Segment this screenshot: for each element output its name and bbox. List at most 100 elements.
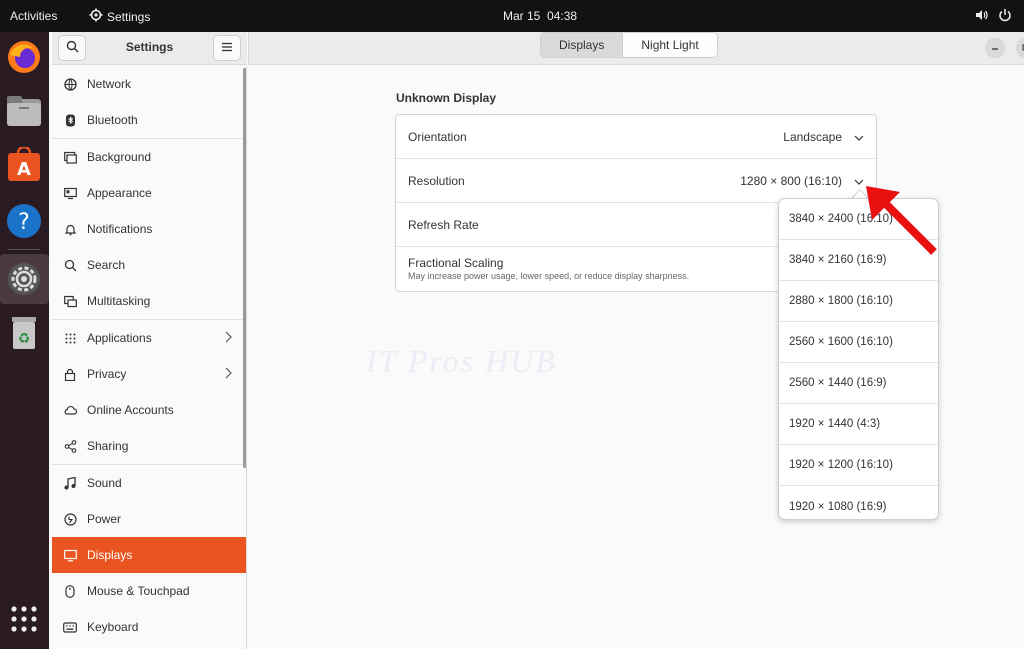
sidebar-item-keyboard[interactable]: Keyboard [52, 609, 246, 645]
tab-night-light[interactable]: Night Light [623, 32, 718, 58]
power-icon [63, 512, 77, 526]
chevron-down-icon [854, 131, 864, 145]
time-label: 04:38 [547, 9, 578, 23]
watermark-text: IT Pros HUB [366, 343, 557, 379]
sidebar-item-label: Network [87, 77, 132, 91]
sidebar-item-sharing[interactable]: Sharing [52, 428, 246, 464]
dock: A ? ♻ [0, 32, 49, 649]
trash-icon[interactable]: ♻ [5, 314, 43, 352]
gear-icon [89, 8, 103, 25]
sidebar-item-label: Online Accounts [87, 403, 174, 417]
sidebar-item-label: Mouse & Touchpad [87, 584, 190, 598]
svg-text:♻: ♻ [18, 331, 31, 347]
display-icon [63, 548, 77, 562]
sidebar-item-privacy[interactable]: Privacy [52, 356, 246, 392]
refresh-rate-label: Refresh Rate [408, 218, 479, 232]
bluetooth-icon [63, 113, 77, 127]
resolution-option[interactable]: 1920 × 1080 (16:9) [779, 486, 938, 519]
sidebar-scrollbar[interactable] [243, 68, 246, 468]
sidebar-item-online-accounts[interactable]: Online Accounts [52, 392, 246, 428]
view-switcher: Displays Night Light [540, 32, 718, 58]
sidebar-item-applications[interactable]: Applications [52, 320, 246, 356]
sidebar-item-displays[interactable]: Displays [52, 537, 246, 573]
maximize-button[interactable] [1016, 38, 1024, 58]
software-center-icon[interactable]: A [5, 146, 43, 184]
sidebar-item-appearance[interactable]: Appearance [52, 175, 246, 211]
top-bar: Activities Settings Mar 15 04:38 [0, 0, 1024, 32]
grid-icon [63, 331, 77, 345]
sidebar-item-multitasking[interactable]: Multitasking [52, 283, 246, 319]
sidebar-item-label: Multitasking [87, 294, 151, 308]
app-menu[interactable]: Settings [89, 8, 150, 25]
background-icon [63, 150, 77, 164]
bell-icon [63, 222, 77, 236]
date-label: Mar 15 [503, 9, 541, 23]
chevron-right-icon [225, 367, 232, 382]
sidebar-item-label: Sharing [87, 439, 129, 453]
hamburger-icon [221, 41, 233, 55]
annotation-arrow-icon [860, 180, 940, 263]
resolution-option[interactable]: 2880 × 1800 (16:10) [779, 281, 938, 322]
sidebar-item-label: Appearance [87, 186, 152, 200]
sidebar-item-bluetooth[interactable]: Bluetooth [52, 102, 246, 138]
orientation-value: Landscape [783, 130, 842, 144]
fractional-scaling-subtitle: May increase power usage, lower speed, o… [408, 271, 690, 281]
app-menu-label: Settings [107, 9, 151, 24]
mouse-icon [63, 584, 77, 598]
tab-displays[interactable]: Displays [540, 32, 624, 58]
cloud-icon [63, 403, 77, 417]
svg-text:?: ? [18, 210, 30, 235]
settings-icon[interactable] [5, 260, 43, 298]
sidebar-item-mouse-touchpad[interactable]: Mouse & Touchpad [52, 573, 246, 609]
multitasking-icon [63, 294, 77, 308]
app-grid-icon[interactable] [5, 600, 43, 638]
sidebar-item-notifications[interactable]: Notifications [52, 211, 246, 247]
sidebar-item-label: Applications [87, 331, 152, 345]
resolution-row[interactable]: Resolution 1280 × 800 (16:10) [396, 159, 876, 203]
display-name-heading: Unknown Display [396, 91, 497, 105]
minimize-button[interactable] [985, 38, 1005, 58]
sidebar-item-search[interactable]: Search [52, 247, 246, 283]
resolution-option[interactable]: 1920 × 1440 (4:3) [779, 404, 938, 445]
main-header: Displays Night Light [248, 32, 1024, 65]
chevron-right-icon [225, 331, 232, 346]
sidebar-item-label: Sound [87, 476, 122, 490]
help-icon[interactable]: ? [5, 202, 43, 240]
sidebar-item-power[interactable]: Power [52, 501, 246, 537]
activities-button[interactable]: Activities [10, 9, 57, 23]
menu-button[interactable] [213, 35, 241, 61]
sidebar-item-background[interactable]: Background [52, 139, 246, 175]
search-icon [63, 258, 77, 272]
sidebar-item-label: Notifications [87, 222, 153, 236]
sidebar: Network Bluetooth Background Appearance … [52, 66, 247, 649]
power-menu-icon [998, 8, 1012, 25]
lock-icon [63, 367, 77, 381]
orientation-label: Orientation [408, 130, 467, 144]
files-icon[interactable] [5, 92, 43, 130]
sidebar-item-label: Displays [87, 548, 133, 562]
resolution-option[interactable]: 1920 × 1200 (16:10) [779, 445, 938, 486]
sidebar-item-label: Bluetooth [87, 113, 138, 127]
appearance-icon [63, 186, 77, 200]
sidebar-header: Settings [52, 32, 247, 65]
svg-text:A: A [17, 159, 31, 180]
sidebar-item-label: Privacy [87, 367, 127, 381]
sidebar-item-sound[interactable]: Sound [52, 465, 246, 501]
resolution-value: 1280 × 800 (16:10) [740, 174, 842, 188]
share-icon [63, 439, 77, 453]
sidebar-item-network[interactable]: Network [52, 66, 246, 102]
firefox-icon[interactable] [5, 38, 43, 76]
dock-separator [8, 249, 40, 250]
music-note-icon [63, 476, 77, 490]
sidebar-item-label: Search [87, 258, 126, 272]
sidebar-item-label: Power [87, 512, 122, 526]
resolution-label: Resolution [408, 174, 465, 188]
clock[interactable]: Mar 15 04:38 [503, 9, 577, 23]
sidebar-item-label: Background [87, 150, 152, 164]
keyboard-icon [63, 620, 77, 634]
fractional-scaling-label: Fractional Scaling [408, 256, 504, 270]
resolution-option[interactable]: 2560 × 1600 (16:10) [779, 322, 938, 363]
resolution-option[interactable]: 2560 × 1440 (16:9) [779, 363, 938, 404]
system-tray[interactable] [974, 8, 1012, 25]
orientation-row[interactable]: Orientation Landscape [396, 115, 876, 159]
